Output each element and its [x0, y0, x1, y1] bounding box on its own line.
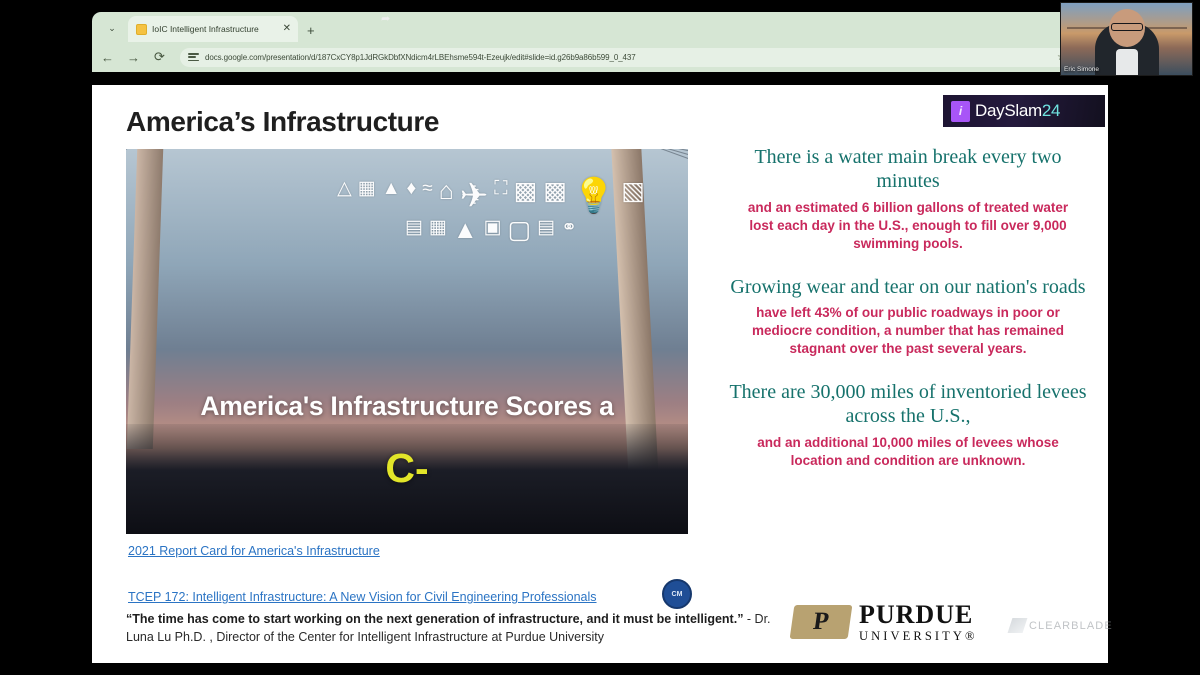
webcam-participant-name: Eric Simone [1064, 66, 1100, 73]
factory-icon: ▣ [483, 217, 502, 238]
house-icon: ⌂ [438, 177, 454, 205]
water-glass-icon: ▢ [507, 216, 532, 244]
bus-icon: ▦ [357, 178, 376, 199]
purdue-wordmark: PURDUE UNIVERSITY® [859, 602, 978, 643]
purdue-logo: P PURDUE UNIVERSITY® [789, 602, 978, 643]
dayslam-word: DaySlam [975, 101, 1042, 120]
bus-icon-3: ▩ [543, 177, 567, 205]
stat-headline: Growing wear and tear on our nation's ro… [730, 275, 1086, 298]
clearblade-wordmark: CLEARBLADE [1029, 619, 1113, 632]
mouse-cursor: ➦ [381, 13, 391, 25]
power-tower-icon: ▲ [452, 216, 478, 244]
webcam-person-shirt [1116, 49, 1138, 75]
dayslam-year: 24 [1041, 101, 1061, 120]
close-icon[interactable]: ✕ [283, 24, 291, 34]
stat-body: and an additional 10,000 miles of levees… [757, 434, 1059, 468]
infographic-image: △ ▦ ▲ ♦ ≈ ⌂ ✈ ⛶ ▩ ▩ 💡 ▧ ▤ ▦ ▲ ▣ ▢ ▤ ⚭ Am… [126, 149, 688, 534]
new-tab-button[interactable]: + [307, 23, 315, 38]
back-icon[interactable]: ← [100, 50, 115, 65]
browser-toolbar: ← → ⟳ docs.google.com/presentation/d/187… [92, 42, 1108, 72]
antenna-icon: ♦ [406, 178, 417, 199]
dayslam-label: DaySlam24 [975, 101, 1060, 121]
stat-body: have left 43% of our public roadways in … [751, 305, 1065, 356]
report-card-link[interactable]: 2021 Report Card for America's Infrastru… [128, 544, 380, 558]
webcam-tile[interactable]: Eric Simone [1060, 2, 1193, 76]
infrastructure-icon-cluster: △ ▦ ▲ ♦ ≈ ⌂ ✈ ⛶ ▩ ▩ 💡 ▧ ▤ ▦ ▲ ▣ ▢ ▤ ⚭ [326, 179, 656, 399]
reload-icon[interactable]: ⟳ [152, 49, 167, 65]
presentation-slide: America’s Infrastructure i DaySlam24 △ ▦… [92, 85, 1112, 663]
tree-icon: ▲ [381, 178, 401, 199]
purdue-subtitle: UNIVERSITY® [859, 629, 978, 643]
url-text: docs.google.com/presentation/d/187CxCY8p… [205, 52, 636, 62]
stat-headline: There is a water main break every two mi… [754, 146, 1062, 193]
bridge-icon: △ [337, 178, 352, 199]
dayslam-badge: i DaySlam24 [943, 95, 1105, 127]
purdue-name: PURDUE [859, 600, 974, 629]
dayslam-logo-icon: i [951, 100, 970, 122]
train-icon: ▤ [537, 217, 556, 238]
browser-tab[interactable]: IoIC Intelligent Infrastructure ✕ [128, 16, 298, 42]
slides-favicon [136, 23, 147, 35]
site-settings-icon[interactable] [188, 52, 199, 62]
tcep-episode-link[interactable]: TCEP 172: Intelligent Infrastructure: A … [128, 590, 597, 604]
bus-icon-2: ▩ [513, 177, 538, 205]
crane-icon: ▤ [404, 217, 423, 238]
airplane-icon: ✈ [459, 177, 489, 215]
tab-search-icon[interactable]: ⌄ [100, 17, 124, 39]
infrastructure-grade: C- [385, 445, 429, 491]
plug-icon: ⚭ [561, 217, 578, 238]
stat-block-water: There is a water main break every two mi… [722, 145, 1094, 253]
purdue-p-mark-icon: P [789, 605, 853, 640]
trash-bin-icon: ▧ [621, 177, 645, 205]
statistics-column: There is a water main break every two mi… [722, 145, 1094, 492]
lightbulb-icon: 💡 [572, 177, 616, 215]
clearblade-logo: CLEARBLADE [1007, 618, 1113, 633]
tab-strip: ⌄ IoIC Intelligent Infrastructure ✕ + [92, 12, 1108, 42]
building-icon: ⛶ [494, 178, 508, 199]
clearblade-mark-icon [1007, 618, 1028, 633]
stat-body: and an estimated 6 billion gallons of tr… [747, 199, 1069, 251]
pull-quote: “The time has come to start working on t… [126, 610, 786, 646]
stat-block-levees: There are 30,000 miles of inventoried le… [722, 380, 1094, 470]
water-waves-icon: ≈ [422, 178, 433, 199]
address-bar[interactable]: docs.google.com/presentation/d/187CxCY8p… [180, 47, 1074, 67]
forward-icon[interactable]: → [126, 50, 141, 65]
quote-text: “The time has come to start working on t… [126, 612, 744, 626]
screen: ⌄ IoIC Intelligent Infrastructure ✕ + ← … [0, 0, 1200, 675]
stat-headline: There are 30,000 miles of inventoried le… [729, 380, 1087, 428]
page-title: America’s Infrastructure [126, 106, 440, 137]
browser-window: ⌄ IoIC Intelligent Infrastructure ✕ + ← … [92, 12, 1108, 72]
engineering-seal-icon: CM [662, 579, 692, 609]
image-headline: America's Infrastructure Scores a [200, 391, 614, 421]
solar-panel-icon: ▦ [428, 217, 447, 238]
tab-title: IoIC Intelligent Infrastructure [152, 24, 259, 34]
glasses-icon [1111, 23, 1143, 31]
stat-block-roads: Growing wear and tear on our nation's ro… [722, 275, 1094, 358]
